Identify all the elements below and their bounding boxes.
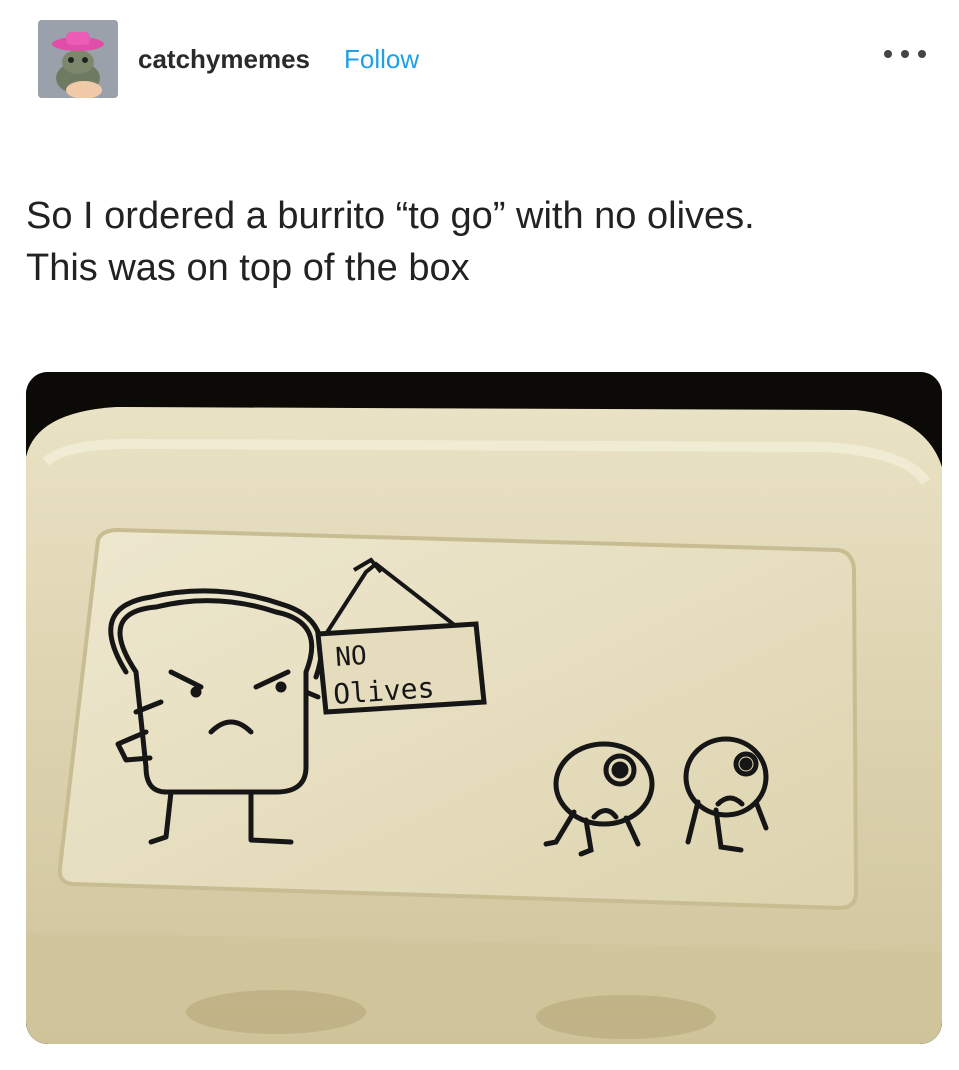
sign-line-1: NO (334, 641, 367, 673)
post-text: So I ordered a burrito “to go” with no o… (26, 190, 946, 294)
more-options-icon[interactable] (882, 42, 928, 62)
post-photo[interactable]: NO Olives (26, 372, 942, 1044)
follow-button[interactable]: Follow (344, 44, 419, 75)
post-text-line: So I ordered a burrito “to go” with no o… (26, 195, 755, 237)
more-dot (901, 50, 909, 58)
username[interactable]: catchymemes (138, 44, 310, 75)
sign-line-2: Olives (332, 671, 435, 711)
burrito-box-drawing: NO Olives (26, 372, 942, 1044)
post-header: catchymemes Follow (38, 20, 928, 100)
more-dot (918, 50, 926, 58)
post-text-line: This was on top of the box (26, 247, 470, 289)
more-dot (884, 50, 892, 58)
avatar[interactable] (38, 20, 118, 98)
avatar-frog-icon (38, 20, 118, 98)
